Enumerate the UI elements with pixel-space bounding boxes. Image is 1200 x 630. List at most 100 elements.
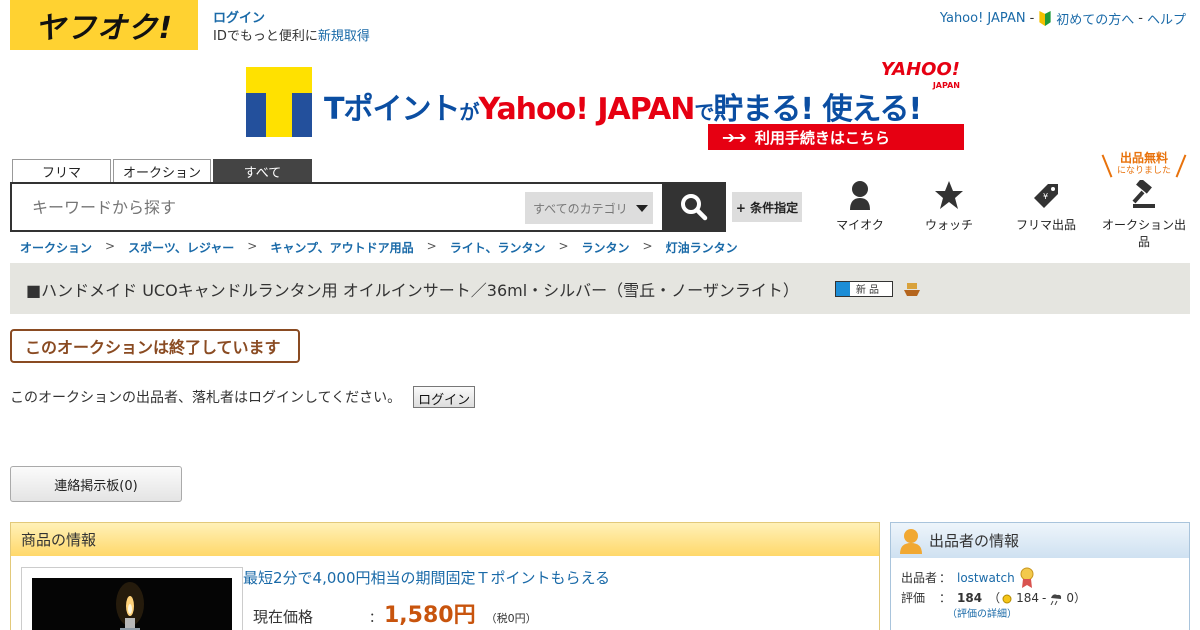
price-colon: ：	[369, 611, 383, 626]
nav-label: フリマ出品	[1015, 218, 1076, 232]
breadcrumb: オークション > スポーツ、レジャー > キャンプ、アウトドア用品 > ライト、…	[20, 239, 738, 256]
price-tax: （税0円）	[485, 612, 537, 625]
product-image	[32, 578, 232, 630]
seller-info-header: 出品者の情報	[891, 523, 1189, 558]
cta-arrow-icon: ➔➔	[722, 127, 747, 147]
rating-key: 評価	[901, 591, 926, 605]
top-links: Yahoo! JAPAN - 初めての方へ - ヘルプ	[940, 9, 1186, 28]
lantern-photo	[32, 578, 232, 630]
badge-icon	[1020, 567, 1034, 588]
free-listing-badge: 出品無料 になりました	[1104, 152, 1184, 178]
banner-tameru: 貯まる! 使える!	[713, 92, 922, 127]
breadcrumb-item[interactable]: ランタン	[582, 239, 630, 256]
seller-key: 出品者	[901, 570, 938, 585]
login-link[interactable]: ログイン	[213, 11, 265, 26]
beginners-link[interactable]: 初めての方へ	[1056, 9, 1134, 28]
banner-de: で	[694, 100, 714, 124]
category-select-value: すべてのカテゴリ	[533, 201, 628, 216]
rating-detail-link[interactable]: （評価の詳細）	[947, 608, 1086, 622]
breadcrumb-separator: >	[426, 239, 437, 253]
nav-label: オークション出品	[1101, 218, 1186, 249]
condition-badge: 新 品	[834, 280, 893, 297]
banner-cta-button[interactable]: ➔➔ 利用手続きはこちら	[708, 124, 964, 150]
beginner-mark-icon	[1039, 11, 1051, 26]
item-title-bar: ■ハンドメイド UCOキャンドルランタン用 オイルインサート／36ml・シルバー…	[10, 263, 1190, 314]
nav-flea-listing[interactable]: ¥ フリマ出品	[1001, 180, 1091, 233]
breadcrumb-separator: >	[558, 239, 569, 253]
breadcrumb-item[interactable]: スポーツ、レジャー	[128, 239, 234, 256]
tpoint-promo-link[interactable]: 最短2分で4,000円相当の期間固定Ｔポイントもらえる	[243, 567, 610, 588]
price-value: 1,580円	[384, 603, 476, 628]
free-badge-sub: になりました	[1116, 166, 1171, 176]
seller-info-panel: 出品者の情報 出品者 ： lostwatch 評価 ： 184 （ 184 -	[890, 522, 1190, 630]
conditions-button[interactable]: + 条件指定	[732, 192, 802, 222]
tab-flea[interactable]: フリマ	[12, 159, 111, 183]
breadcrumb-item[interactable]: ライト、ランタン	[450, 239, 546, 256]
category-select[interactable]: すべてのカテゴリ	[525, 192, 653, 224]
yahoo-corner-logo: YAHOO! JAPAN	[881, 61, 960, 94]
rain-icon	[1050, 593, 1062, 605]
login-note: このオークションの出品者、落札者はログインしてください。 ログイン	[10, 386, 476, 408]
rating-colon: ：	[939, 591, 952, 605]
seller-info-heading: 出品者の情報	[929, 532, 1020, 550]
tpoint-banner[interactable]: TポイントがYahoo! JAPANで貯まる! 使える! YAHOO! JAPA…	[246, 61, 964, 150]
search-input[interactable]	[32, 198, 512, 217]
breadcrumb-separator: >	[247, 239, 258, 253]
cta-label: 利用手続きはこちら	[754, 128, 890, 147]
banner-headline: TポイントがYahoo! JAPANで貯まる! 使える!	[324, 84, 922, 128]
search-tabs: フリマ オークション すべて	[12, 159, 312, 183]
breadcrumb-item[interactable]: オークション	[20, 239, 92, 256]
svg-text:¥: ¥	[1043, 192, 1048, 201]
top-separator: -	[1029, 11, 1035, 26]
rating-bad: 0	[1066, 591, 1074, 605]
new-item-icon	[835, 281, 850, 296]
shipping-icon	[903, 282, 920, 296]
login-button[interactable]: ログイン	[413, 386, 476, 408]
price-label: 現在価格	[253, 608, 314, 626]
nav-watch[interactable]: ウォッチ	[904, 180, 994, 233]
tab-auction[interactable]: オークション	[113, 159, 211, 183]
help-link[interactable]: ヘルプ	[1147, 9, 1186, 28]
nav-label: ウォッチ	[924, 218, 973, 232]
seller-avatar-icon	[900, 528, 922, 554]
product-info-panel: 商品の情報 最短2分で4,000円相当の期間固定Ｔポイントもらえる 現在価格 ：…	[10, 522, 880, 630]
seller-colon: ：	[939, 570, 952, 585]
price-tag-icon: ¥	[1034, 184, 1058, 208]
product-image-frame[interactable]	[21, 567, 243, 630]
breadcrumb-item[interactable]: キャンプ、アウトドア用品	[270, 239, 413, 256]
condition-badge-label: 新 品	[855, 285, 880, 296]
logo-text: ヤフオク!	[34, 11, 174, 46]
yahoo-corner-sub: JAPAN	[932, 81, 960, 90]
nav-label: マイオク	[836, 218, 884, 232]
breadcrumb-separator: >	[642, 239, 653, 253]
contact-board-button[interactable]: 連絡掲示板(0)	[10, 466, 182, 502]
login-note-text: このオークションの出品者、落札者はログインしてください。	[10, 390, 402, 406]
person-icon	[850, 181, 870, 210]
nav-my-auction[interactable]: マイオク	[815, 180, 905, 233]
price-row: 現在価格 ： 1,580円 （税0円）	[253, 597, 537, 629]
seller-name-link[interactable]: lostwatch	[957, 569, 1015, 588]
star-icon	[935, 181, 963, 209]
auction-ended-banner: このオークションは終了しています	[10, 329, 300, 363]
rating-paren-close: ）	[1073, 591, 1086, 605]
nav-auction-listing[interactable]: オークション出品	[1099, 180, 1189, 250]
rating-good: 184	[1016, 591, 1039, 605]
seller-details: 出品者 ： lostwatch 評価 ： 184 （ 184 - 0 ） （評価…	[901, 567, 1086, 622]
free-badge-title: 出品無料	[1119, 151, 1168, 165]
banner-yahoo: Yahoo! JAPAN	[478, 92, 695, 127]
top-separator: -	[1138, 11, 1143, 26]
id-prompt: IDでもっと便利に	[213, 29, 318, 44]
search-button[interactable]	[662, 182, 726, 232]
yahoo-japan-link[interactable]: Yahoo! JAPAN	[940, 11, 1026, 26]
rating-paren-open: （	[988, 591, 1001, 605]
gavel-icon	[1132, 180, 1155, 208]
breadcrumb-separator: >	[105, 239, 116, 253]
yahuoku-logo[interactable]: ヤフオク!	[10, 0, 198, 50]
tab-all[interactable]: すべて	[213, 159, 312, 183]
register-link[interactable]: 新規取得	[318, 29, 370, 44]
chevron-down-icon	[635, 204, 648, 212]
rating-dash: -	[1041, 591, 1047, 605]
search-icon	[681, 194, 708, 221]
product-info-heading: 商品の情報	[11, 523, 879, 556]
breadcrumb-item[interactable]: 灯油ランタン	[666, 239, 738, 256]
